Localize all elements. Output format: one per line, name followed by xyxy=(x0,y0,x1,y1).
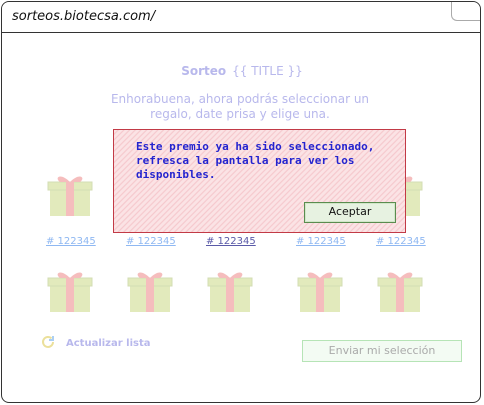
url-text: sorteos.biotecsa.com/ xyxy=(12,9,156,24)
gift-link[interactable]: # 122345 xyxy=(46,236,96,247)
window-corner xyxy=(451,2,480,21)
refresh-icon[interactable] xyxy=(40,334,56,350)
address-bar[interactable]: sorteos.biotecsa.com/ xyxy=(2,2,480,33)
gift-icon[interactable] xyxy=(46,170,94,218)
page-subtitle: Enhorabuena, ahora podrás seleccionar un… xyxy=(110,92,370,121)
gift-link[interactable]: # 122345 xyxy=(296,236,346,247)
refresh-link[interactable]: Actualizar lista xyxy=(66,338,151,349)
accept-button[interactable]: Aceptar xyxy=(304,202,396,223)
gift-link-selected[interactable]: # 122345 xyxy=(206,236,256,247)
gift-icon[interactable] xyxy=(126,266,174,314)
gift-icon[interactable] xyxy=(296,266,344,314)
title-label: Sorteo xyxy=(181,64,227,78)
gift-link[interactable]: # 122345 xyxy=(126,236,176,247)
gift-icon[interactable] xyxy=(206,266,254,314)
page-title: Sorteo {{ TITLE }} xyxy=(0,64,484,78)
gift-icon[interactable] xyxy=(46,266,94,314)
gift-icon[interactable] xyxy=(376,266,424,314)
title-value: {{ TITLE }} xyxy=(232,64,303,78)
dialog-message: Este premio ya ha sido seleccionado, ref… xyxy=(136,140,375,181)
gift-link[interactable]: # 122345 xyxy=(376,236,426,247)
alert-dialog: Este premio ya ha sido seleccionado, ref… xyxy=(113,129,406,233)
send-selection-button[interactable]: Enviar mi selección xyxy=(302,340,462,362)
